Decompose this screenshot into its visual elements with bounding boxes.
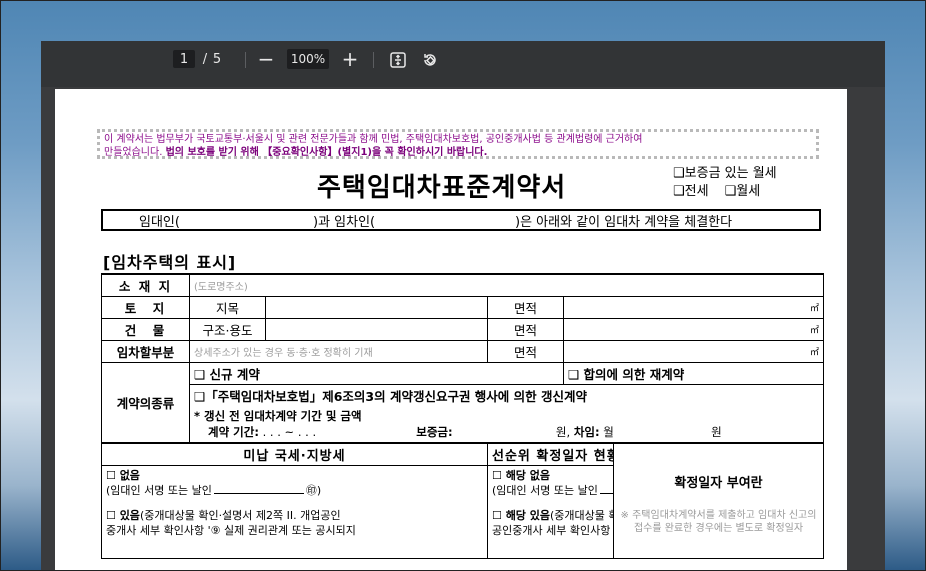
building-area-field[interactable]: ㎡: [563, 318, 824, 341]
period-dots: . . . ~ . . .: [262, 425, 317, 439]
rotate-icon: [424, 54, 436, 66]
party-line: 임대인( )과 임차인( )은 아래와 같이 임대차 계약을 체결한다: [101, 209, 821, 231]
toolbar-divider: [245, 52, 246, 68]
fixed-date-note: ※ 주택임대차계약서를 제출하고 임대차 신고의 접수를 완료한 경우에는 별도…: [618, 509, 819, 535]
contract-type-renewal-right[interactable]: ❑「주택임대차보호법」제6조의3의 계약갱신요구권 행사에 의한 갱신계약: [189, 384, 824, 406]
notice-line-1: 이 계약서는 법무부가 국토교통부·서울시 및 관련 전문가들과 함께 민법, …: [104, 134, 643, 145]
period-label: 계약 기간:: [208, 425, 259, 439]
pdf-toolbar: 1 / 5 − 100% +: [41, 41, 885, 87]
unpaid-tax-exists-text: (중개대상물 확인·설명서 제2쪽 II. 개업공인: [139, 509, 341, 522]
senior-status-header: 선순위 확정일자 현황: [487, 442, 614, 466]
land-category-field[interactable]: [265, 296, 488, 319]
building-label: 건 물: [101, 318, 190, 341]
rent-label: 차임:: [573, 425, 600, 439]
building-structure-label: 구조·용도: [189, 318, 266, 341]
unpaid-tax-header: 미납 국세·지방세: [101, 442, 488, 466]
land-area-field[interactable]: ㎡: [563, 296, 824, 319]
senior-status-none[interactable]: ☐ 해당 없음: [492, 468, 609, 483]
document-page: 이 계약서는 법무부가 국토교통부·서울시 및 관련 전문가들과 함께 민법, …: [55, 89, 847, 571]
contract-type-new[interactable]: ❑ 신규 계약: [189, 362, 564, 385]
leased-part-field[interactable]: 상세주소가 있는 경우 동·층·호 정확히 기재: [189, 340, 488, 363]
contract-type-label: 계약의종류: [101, 362, 190, 444]
legal-notice: 이 계약서는 법무부가 국토교통부·서울시 및 관련 전문가들과 함께 민법, …: [97, 129, 819, 159]
contract-options: ❑보증금 있는 월세 ❑전세 ❑월세: [673, 165, 777, 201]
unpaid-tax-seal: ㊞): [305, 484, 322, 497]
month-label: 월: [603, 425, 614, 439]
leased-part-label: 임차할부분: [101, 340, 190, 363]
unpaid-tax-exists[interactable]: ☐ 있음: [106, 509, 140, 522]
page-separator: /: [202, 51, 208, 67]
location-field[interactable]: (도로명주소): [189, 273, 824, 297]
land-category-label: 지목: [189, 296, 266, 319]
lessee-label: )과 임차인(: [313, 214, 376, 230]
page-number-input[interactable]: 1: [173, 50, 195, 68]
senior-status-exists-text: (중개대상물 확인·설명서 제2쪽 II. 개업: [550, 509, 612, 522]
senior-status-none-sign: (임대인 서명 또는 날인: [492, 484, 598, 497]
fixed-date-note-2: 접수를 완료한 경우에는 별도로 확정일자: [633, 523, 804, 534]
fixed-date-header: 확정일자 부여란: [674, 476, 763, 491]
property-table: 소 재 지 (도로명주소) 토 지 지목 면적 ㎡ 건 물 구조·용도 면적 ㎡…: [101, 273, 824, 559]
unpaid-tax-none[interactable]: ☐ 없음: [106, 468, 483, 483]
rotate-button[interactable]: [419, 49, 441, 71]
fit-page-button[interactable]: [387, 49, 409, 71]
unpaid-tax-exists-text-2: 중개사 세부 확인사항 '⑨ 실제 권리관계 또는 공시되지: [106, 524, 356, 537]
option-monthly[interactable]: ❑월세: [725, 183, 761, 201]
leased-part-area-field[interactable]: ㎡: [563, 340, 824, 363]
party-line-ending: )은 아래와 같이 임대차 계약을 체결한다: [515, 214, 733, 230]
zoom-out-button[interactable]: −: [255, 47, 277, 71]
senior-status-exists[interactable]: ☐ 해당 있음: [492, 509, 550, 522]
lessor-label: 임대인(: [139, 214, 180, 230]
zoom-level-input[interactable]: 100%: [287, 49, 329, 69]
land-label: 토 지: [101, 296, 190, 319]
building-structure-field[interactable]: [265, 318, 488, 341]
notice-line-2: 만들었습니다.: [104, 147, 166, 158]
fit-page-icon: [390, 52, 406, 68]
leased-part-area-label: 면적: [487, 340, 564, 363]
senior-status-cell: ☐ 해당 없음 (임대인 서명 또는 날인㊞) ☐ 해당 있음(중개대상물 확인…: [487, 465, 614, 559]
won-label-2: 원: [711, 425, 722, 439]
won-label-1: 원,: [555, 425, 571, 439]
unpaid-tax-none-sign: (임대인 서명 또는 날인: [106, 484, 212, 497]
deposit-label: 보증금:: [416, 425, 453, 439]
unpaid-tax-cell: ☐ 없음 (임대인 서명 또는 날인 ㊞) ☐ 있음(중개대상물 확인·설명서 제…: [101, 465, 488, 559]
fixed-date-cell: 확정일자 부여란 ※ 주택임대차계약서를 제출하고 임대차 신고의 접수를 완료…: [613, 442, 824, 559]
option-jeonse[interactable]: ❑전세: [673, 183, 709, 201]
senior-status-exists-text-2: 공인중개사 세부 확인사항 '⑨ 실제 권리관계 또는 공시: [492, 524, 613, 537]
page-total: 5: [212, 51, 222, 67]
contract-type-renewal-agreement[interactable]: ❑ 합의에 의한 재계약: [563, 362, 824, 385]
location-label: 소 재 지: [101, 273, 190, 297]
option-monthly-with-deposit[interactable]: ❑보증금 있는 월세: [673, 165, 777, 183]
toolbar-divider: [373, 52, 374, 68]
prior-terms-title: * 갱신 전 임대차계약 기간 및 금액: [194, 409, 362, 423]
pdf-viewer: 1 / 5 − 100% + 이 계약서는 법무부가 국토교통부·서울시 및 관…: [41, 41, 885, 571]
page-title: 주택임대차표준계약서: [317, 173, 567, 203]
building-area-label: 면적: [487, 318, 564, 341]
prior-terms: * 갱신 전 임대차계약 기간 및 금액 계약 기간: . . . ~ . . …: [189, 406, 824, 444]
notice-emphasis: 법의 보호를 받기 위해 【중요확인사항】(별지1)을 꼭 확인하시기 바랍니다…: [165, 147, 488, 158]
fixed-date-note-1: ※ 주택임대차계약서를 제출하고 임대차 신고의: [620, 510, 817, 521]
land-area-label: 면적: [487, 296, 564, 319]
zoom-in-button[interactable]: +: [339, 47, 361, 71]
section-title: [임차주택의 표시]: [103, 253, 237, 272]
